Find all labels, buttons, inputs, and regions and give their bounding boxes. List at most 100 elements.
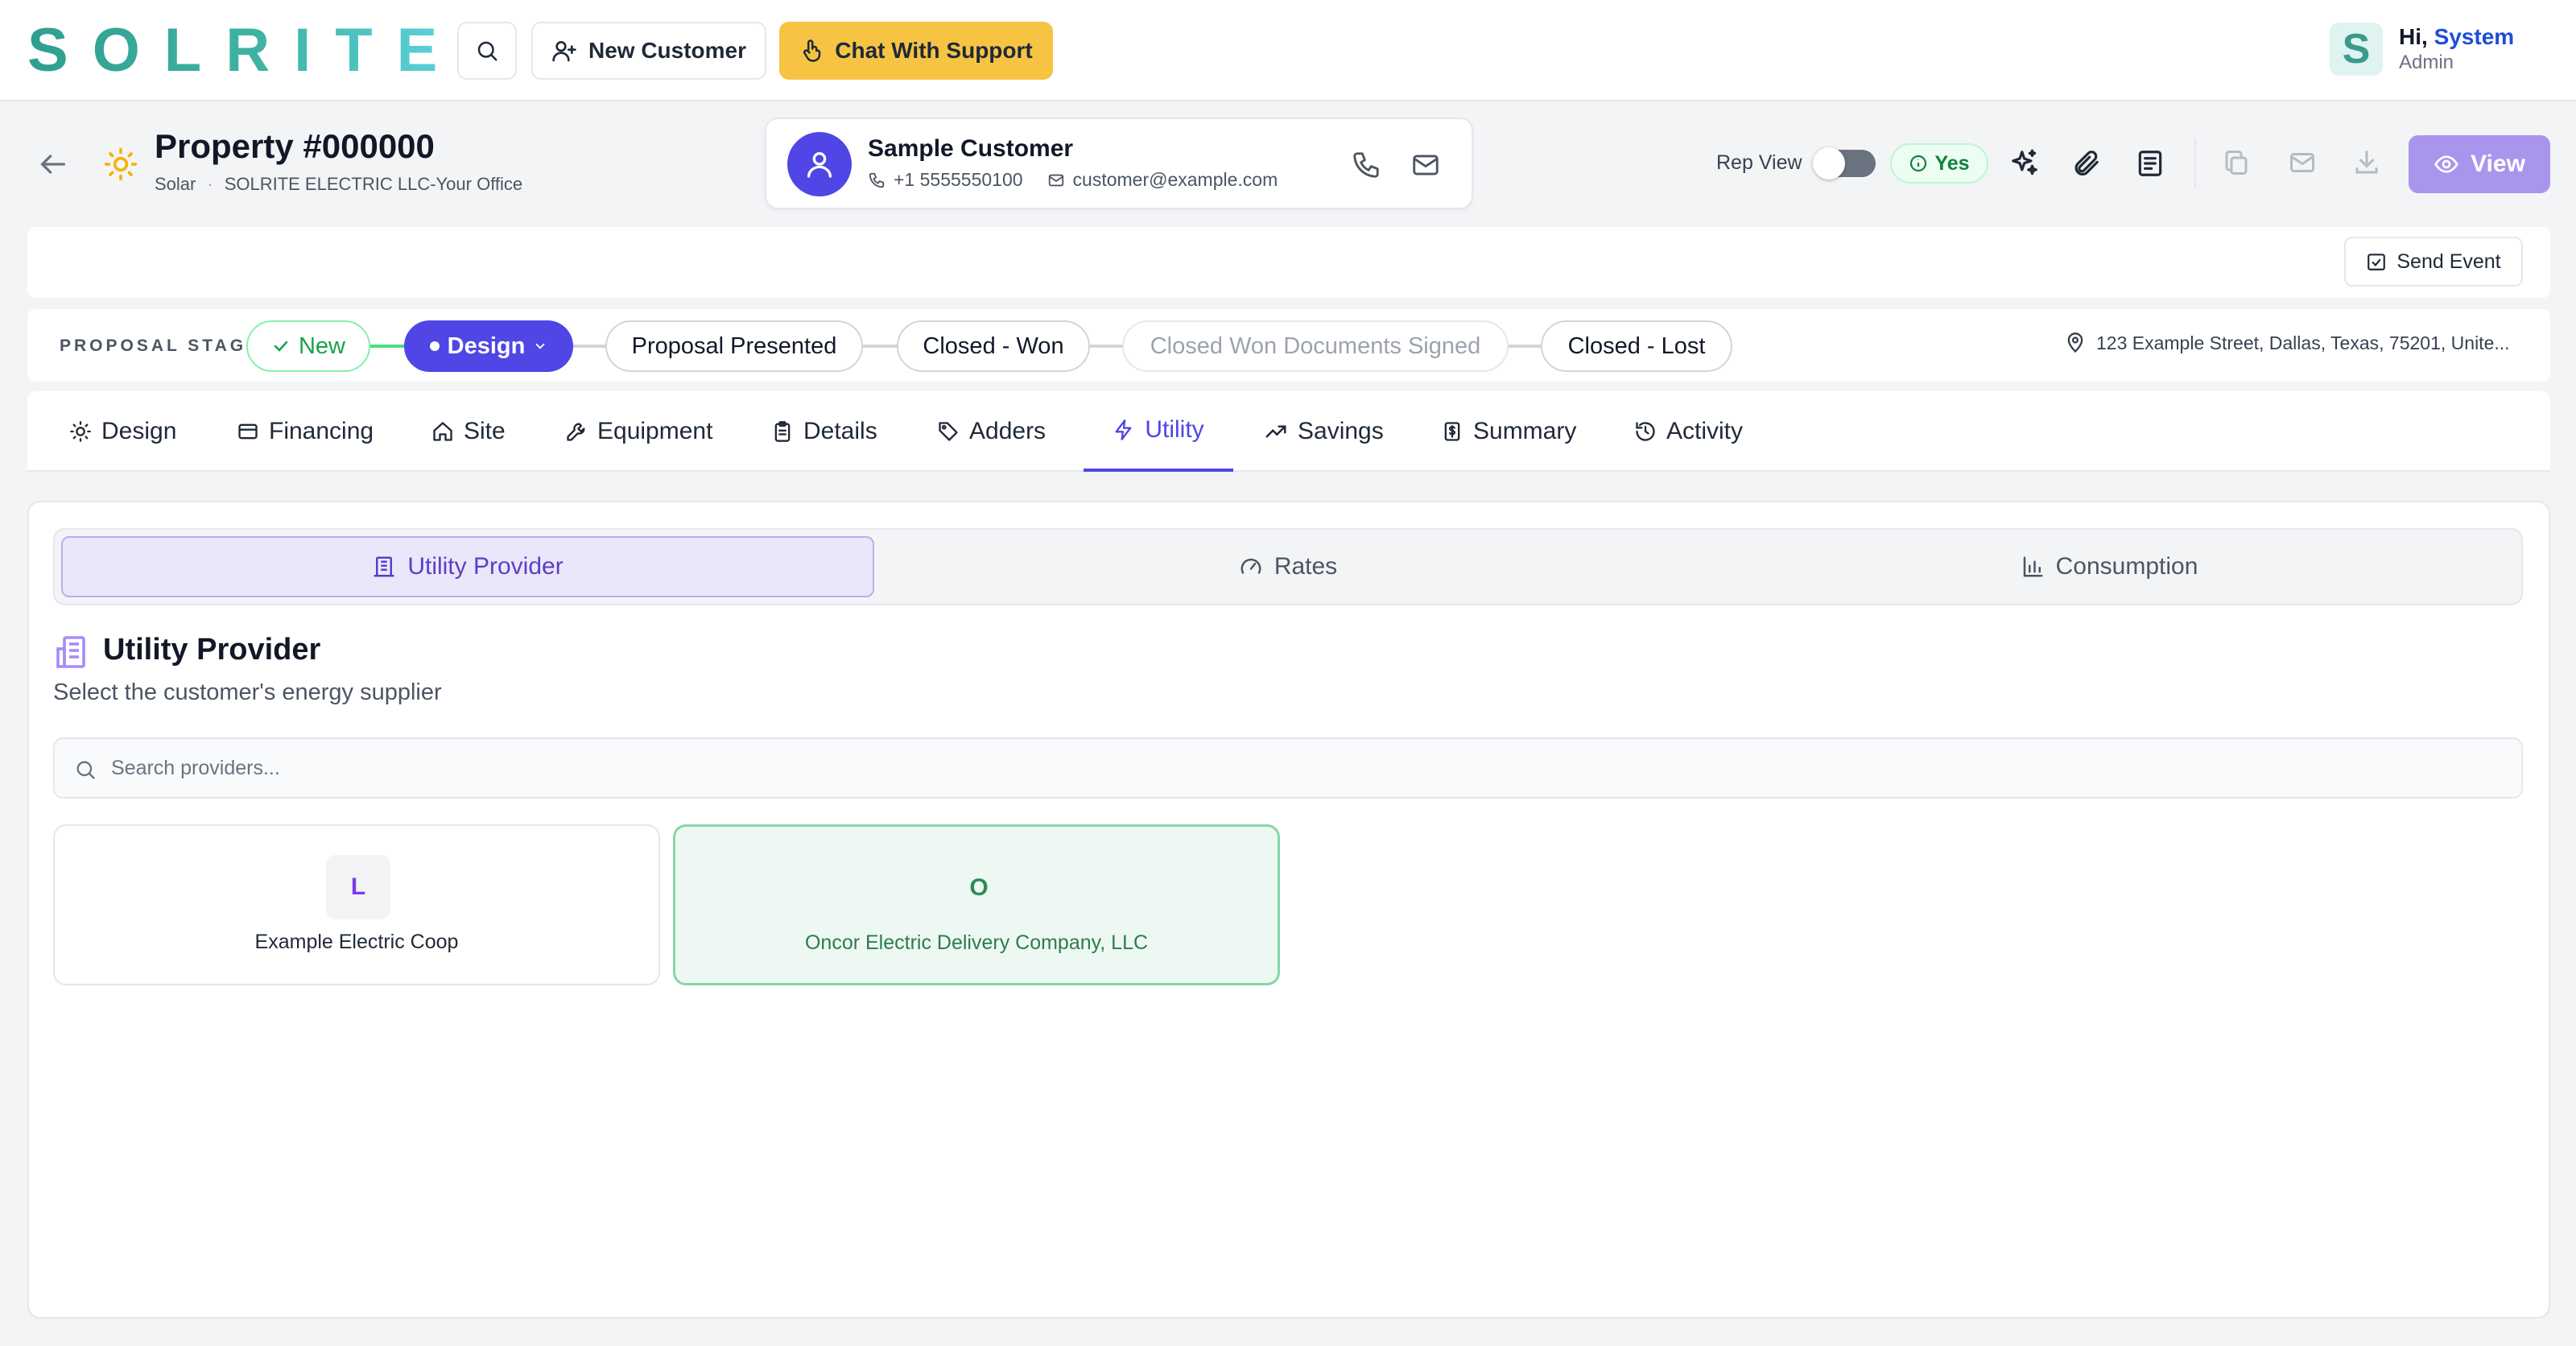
lightning-icon: [1115, 419, 1132, 440]
avatar: S: [2330, 23, 2383, 76]
stage-new[interactable]: New: [246, 320, 370, 372]
email-customer-button[interactable]: [1410, 150, 1441, 180]
new-customer-button[interactable]: New Customer: [531, 22, 766, 80]
tab-equipment[interactable]: Equipment: [565, 391, 712, 472]
copy-button[interactable]: [2222, 148, 2251, 177]
customer-avatar: [787, 132, 852, 196]
send-email-button[interactable]: [2288, 148, 2317, 177]
tab-utility[interactable]: Utility: [1084, 391, 1233, 472]
arrow-left-icon: [40, 155, 66, 174]
stage-connector: [370, 345, 404, 348]
ai-sparkles-button[interactable]: [2009, 148, 2040, 179]
view-button[interactable]: View: [2409, 135, 2550, 193]
section-subtitle: Select the customer's energy supplier: [53, 679, 442, 705]
notes-button[interactable]: [2135, 148, 2165, 179]
mail-icon: [2290, 153, 2314, 172]
customer-contacts: +1 5555550100 customer@example.com: [868, 169, 1278, 191]
tab-design[interactable]: Design: [69, 391, 176, 472]
current-dot-icon: [429, 341, 440, 351]
call-customer-button[interactable]: [1351, 150, 1381, 180]
provider-name: Oncor Electric Delivery Company, LLC: [804, 931, 1149, 954]
stage-connector: [1090, 345, 1122, 348]
tab-site[interactable]: Site: [431, 391, 506, 472]
download-button[interactable]: [2352, 148, 2381, 177]
notes-icon: [2138, 151, 2162, 176]
property-subtitle: Solar · SOLRITE ELECTRIC LLC-Your Office: [155, 174, 523, 194]
sun-icon: [103, 147, 138, 182]
subtab-consumption[interactable]: Consumption: [1699, 536, 2520, 597]
search-icon: [74, 758, 97, 781]
proposal-stage-label: PROPOSAL STAGE: [60, 336, 262, 355]
tab-summary[interactable]: Summary: [1441, 391, 1576, 472]
user-icon: [807, 152, 832, 178]
building-icon: [374, 556, 394, 577]
phone-icon: [1353, 152, 1379, 178]
subtab-rates[interactable]: Rates: [877, 536, 1699, 597]
stage-closed-won[interactable]: Closed - Won: [897, 320, 1090, 372]
phone-icon: [869, 172, 885, 188]
sparkles-icon: [2012, 149, 2037, 175]
copy-icon: [2225, 151, 2248, 175]
tab-savings[interactable]: Savings: [1264, 391, 1384, 472]
map-pin-icon: [2067, 332, 2083, 353]
mail-icon: [1048, 174, 1063, 186]
history-icon: [1636, 422, 1655, 441]
rep-view-toggle[interactable]: [1813, 147, 1876, 180]
info-icon: [1910, 155, 1927, 172]
chevron-down-icon: [535, 343, 545, 349]
user-greeting: Hi, System: [2399, 24, 2515, 49]
customer-card: Sample Customer +1 5555550100 customer@e…: [765, 118, 1473, 209]
credit-card-icon: [238, 423, 258, 440]
hand-pointer-icon: [803, 39, 821, 62]
search-icon: [477, 41, 497, 61]
stage-design[interactable]: Design: [404, 320, 573, 372]
chat-with-support-button[interactable]: Chat With Support: [779, 22, 1053, 80]
divider: [2194, 138, 2196, 188]
stage-connector: [1509, 345, 1541, 348]
wrench-icon: [567, 423, 585, 441]
sun-icon: [70, 421, 91, 442]
stage-connector: [573, 345, 605, 348]
rep-view-label: Rep View: [1716, 151, 1802, 174]
provider-card[interactable]: L Example Electric Coop: [53, 824, 660, 985]
user-plus-icon: [552, 41, 576, 62]
provider-name: Example Electric Coop: [254, 931, 459, 953]
send-event-button[interactable]: Send Event: [2344, 237, 2523, 287]
solrite-logo[interactable]: SOLRITE: [27, 20, 461, 81]
provider-search: [53, 737, 2523, 799]
search-input[interactable]: [111, 739, 2494, 797]
bar-chart-icon: [2023, 556, 2043, 577]
tab-financing[interactable]: Financing: [237, 391, 374, 472]
stage-proposal-presented[interactable]: Proposal Presented: [605, 320, 863, 372]
trending-up-icon: [1265, 425, 1286, 438]
global-search-button[interactable]: [457, 22, 517, 80]
subtab-utility-provider[interactable]: Utility Provider: [61, 536, 874, 597]
calendar-check-icon: [2368, 254, 2386, 270]
clipboard-icon: [774, 421, 791, 442]
section-title: Utility Provider: [103, 633, 321, 667]
tab-details[interactable]: Details: [771, 391, 877, 472]
attachments-button[interactable]: [2070, 148, 2101, 179]
stage-connector: [863, 345, 897, 348]
status-badge: Yes: [1890, 143, 1988, 184]
mail-icon: [1413, 155, 1439, 175]
provider-card-selected[interactable]: O Oncor Electric Delivery Company, LLC: [673, 824, 1280, 985]
dollar-document-icon: [1444, 422, 1460, 441]
page-title: Property #000000: [155, 127, 435, 165]
customer-phone[interactable]: +1 5555550100: [868, 169, 1023, 191]
customer-email[interactable]: customer@example.com: [1047, 169, 1278, 191]
customer-name: Sample Customer: [868, 135, 1074, 162]
provider-initial: O: [969, 874, 989, 901]
download-icon: [2355, 151, 2378, 174]
user-menu[interactable]: S Hi, System Admin: [2330, 23, 2514, 76]
event-bar: [27, 227, 2550, 298]
back-button[interactable]: [37, 148, 69, 180]
user-role: Admin: [2399, 52, 2454, 73]
tab-activity[interactable]: Activity: [1634, 391, 1743, 472]
provider-initial: L: [326, 855, 390, 919]
tab-adders[interactable]: Adders: [937, 391, 1046, 472]
stage-closed-lost[interactable]: Closed - Lost: [1541, 320, 1732, 372]
paperclip-icon: [2074, 151, 2099, 176]
property-address: 123 Example Street, Dallas, Texas, 75201…: [2064, 332, 2510, 354]
check-icon: [274, 341, 288, 352]
